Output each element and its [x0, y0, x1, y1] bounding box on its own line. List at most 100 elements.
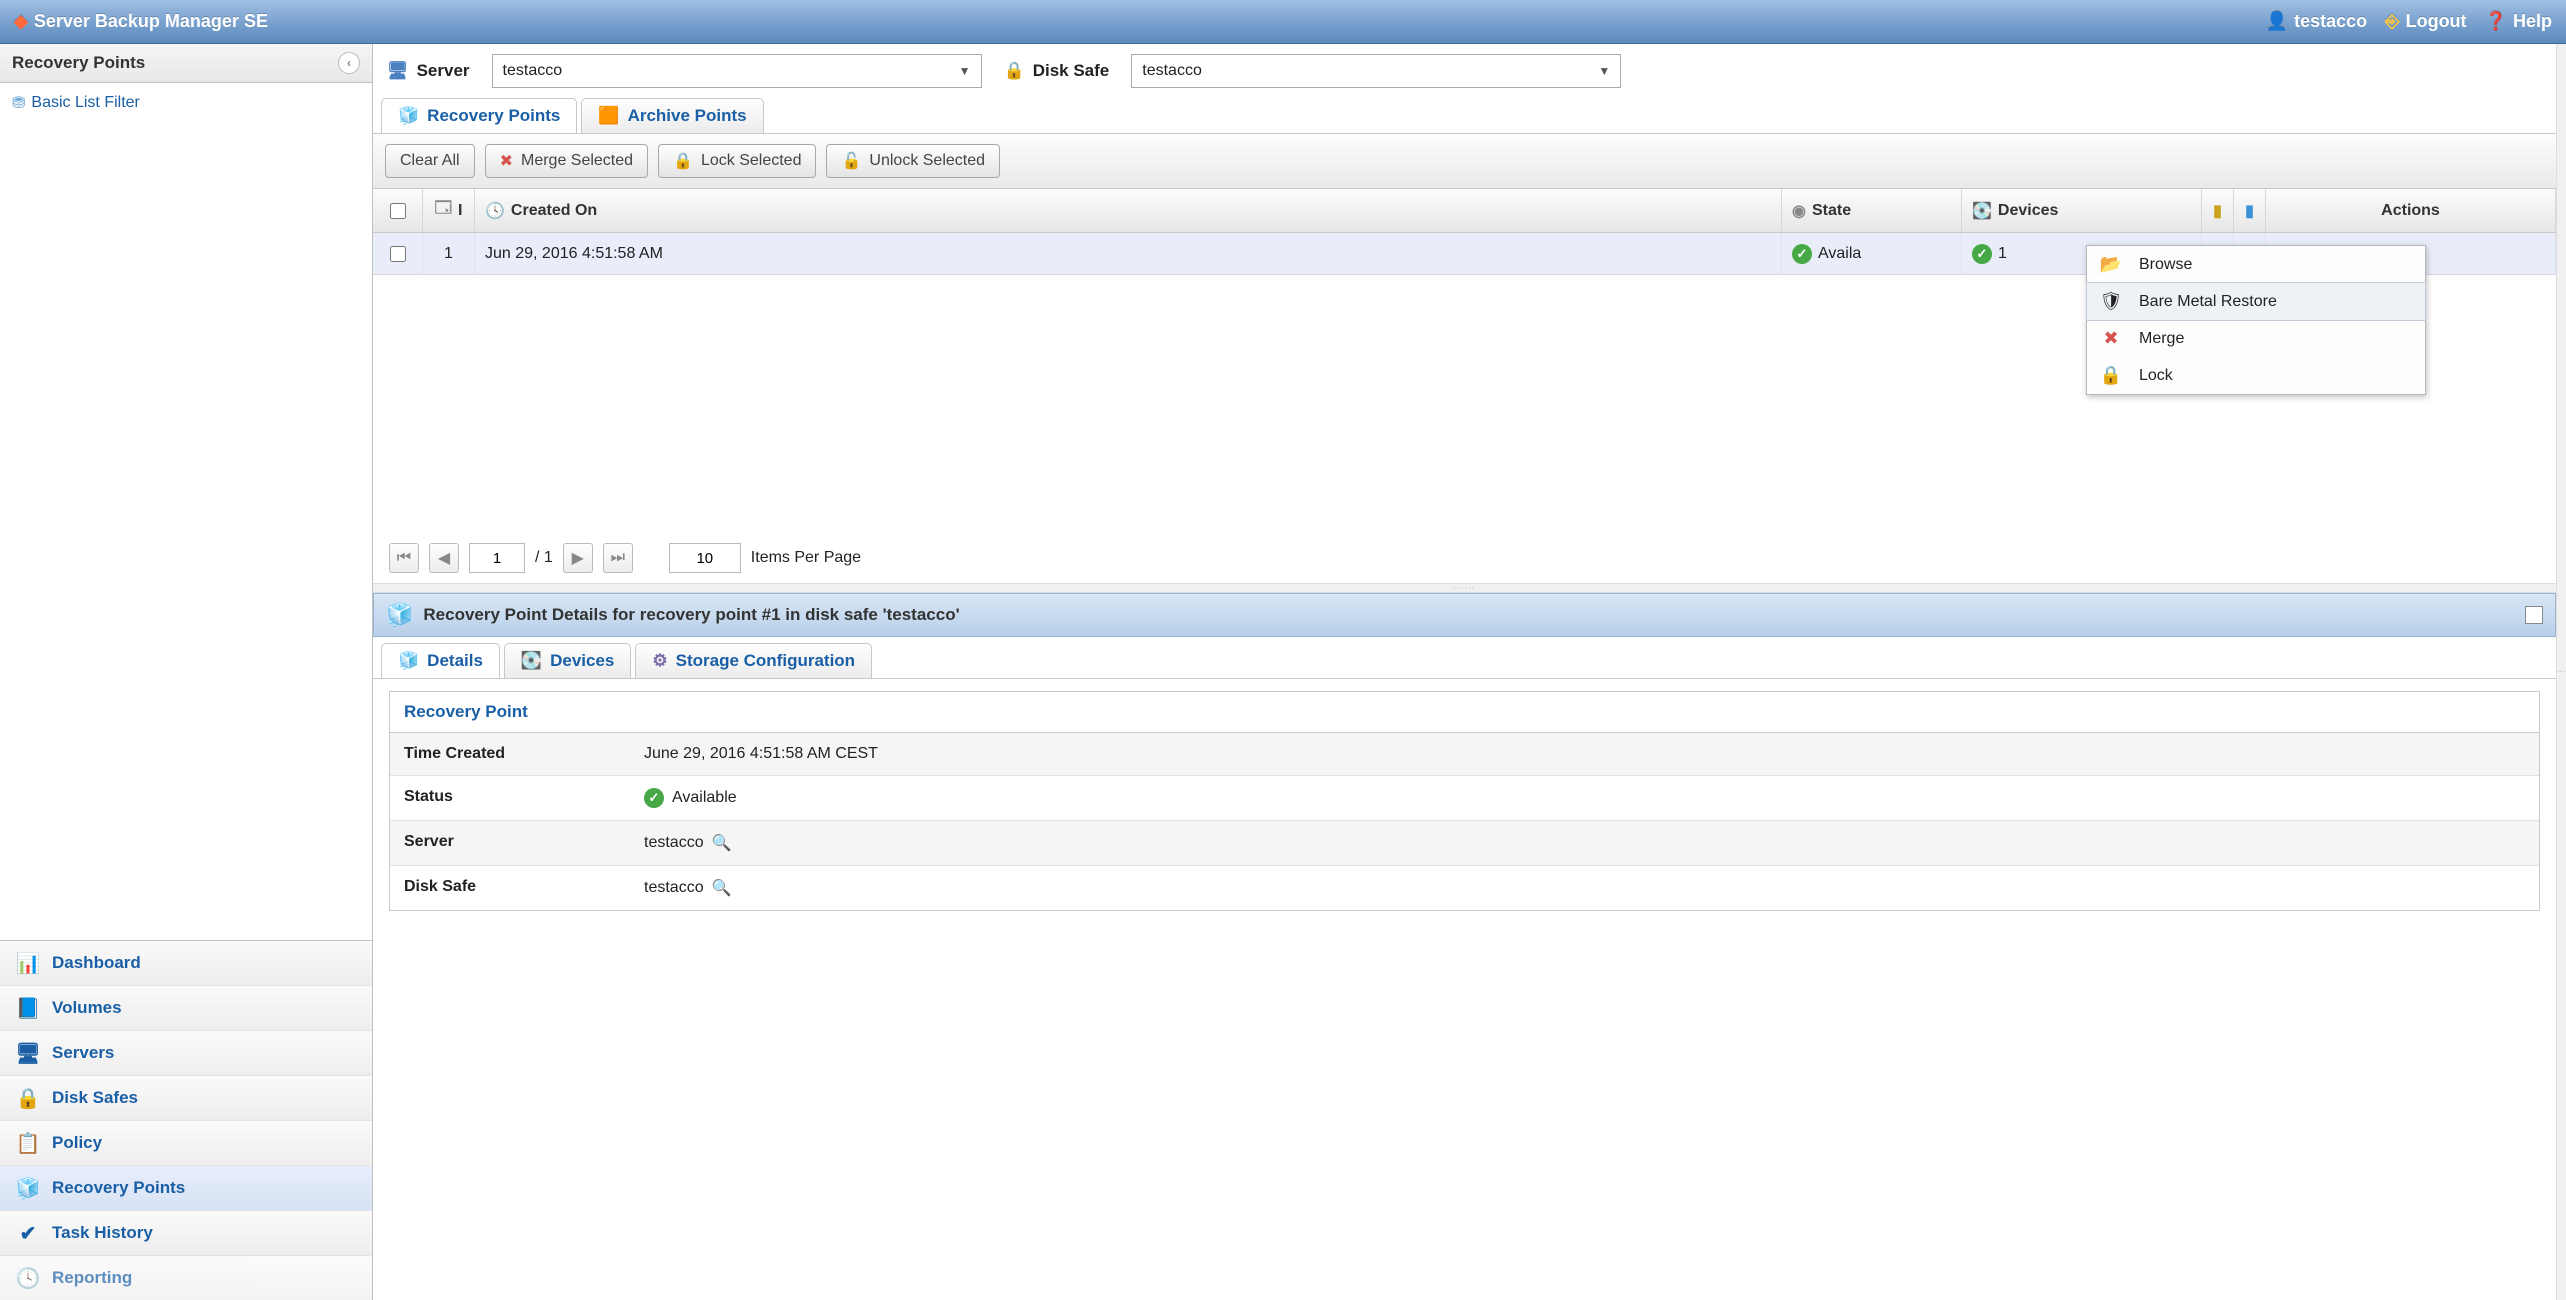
tab-label: Details: [427, 651, 483, 671]
tab-detail-devices[interactable]: 💽 Devices: [504, 643, 631, 678]
tab-recovery-points[interactable]: 🧊 Recovery Points: [381, 98, 577, 133]
logout-link[interactable]: ⎆ Logout: [2385, 11, 2466, 32]
pager: ⏮ ◀ / 1 ▶ ⏭ Items Per Page: [373, 533, 2556, 583]
nav-label: Dashboard: [52, 953, 141, 973]
button-label: Clear All: [400, 152, 460, 170]
magnifier-icon[interactable]: 🔍: [712, 833, 732, 853]
nav-item-recovery-points[interactable]: 🧊 Recovery Points: [0, 1166, 372, 1211]
pager-prev-button[interactable]: ◀: [429, 543, 459, 573]
vertical-splitter[interactable]: ⋮: [2556, 44, 2566, 1300]
lock-selected-button[interactable]: 🔒 Lock Selected: [658, 144, 816, 178]
clear-all-button[interactable]: Clear All: [385, 144, 475, 178]
nav-item-dashboard[interactable]: 📊 Dashboard: [0, 941, 372, 986]
col-misc-2[interactable]: ▮: [2234, 189, 2266, 232]
tab-label: Archive Points: [628, 106, 747, 126]
menu-item-label: Lock: [2139, 367, 2173, 385]
tab-storage-config[interactable]: ⚙ Storage Configuration: [635, 643, 872, 678]
server-filter-label: 🖥 Server: [387, 61, 470, 81]
tree-item-label: Basic List Filter: [31, 94, 139, 112]
merge-icon: ✖: [500, 151, 513, 171]
disk-safes-icon: 🔒: [14, 1086, 42, 1110]
pager-next-button[interactable]: ▶: [563, 543, 593, 573]
chevron-down-icon: ▼: [959, 64, 971, 78]
pager-items-per-page-input[interactable]: [669, 543, 741, 573]
menu-item-lock[interactable]: 🔒 Lock: [2087, 357, 2425, 394]
state-icon: ◉: [1792, 201, 1806, 221]
app-logo-icon: ◆: [14, 11, 28, 32]
tree-item-basic-list-filter[interactable]: ⛃ Basic List Filter: [8, 89, 364, 117]
menu-item-label: Bare Metal Restore: [2139, 293, 2277, 311]
row-created: Jun 29, 2016 4:51:58 AM: [475, 233, 1782, 274]
logout-icon: ⎆: [2385, 11, 2399, 32]
col-state[interactable]: ◉ State: [1782, 189, 1962, 232]
shield-icon: 🛡: [2099, 291, 2123, 312]
user-link[interactable]: 👤 testacco: [2266, 11, 2367, 32]
nav-item-reporting[interactable]: 🕓 Reporting: [0, 1256, 372, 1300]
property-table-title: Recovery Point: [390, 692, 2539, 733]
prop-val: testacco 🔍: [630, 821, 2539, 865]
col-misc-1[interactable]: ▮: [2202, 189, 2234, 232]
misc-icon: ▮: [2213, 201, 2222, 221]
prop-key: Status: [390, 776, 630, 820]
user-label: testacco: [2294, 11, 2367, 32]
col-id[interactable]: 🗔 I: [423, 189, 475, 232]
disksafe-select[interactable]: testacco ▼: [1131, 54, 1621, 88]
merge-icon: ✖: [2099, 328, 2123, 349]
unlock-selected-button[interactable]: 🔓 Unlock Selected: [826, 144, 1000, 178]
app-header: ◆ Server Backup Manager SE 👤 testacco ⎆ …: [0, 0, 2566, 44]
prop-row-time-created: Time Created June 29, 2016 4:51:58 AM CE…: [390, 733, 2539, 776]
row-checkbox[interactable]: [390, 246, 406, 262]
recovery-points-icon: 🧊: [398, 106, 419, 126]
devices-icon: 💽: [1972, 201, 1992, 221]
server-select[interactable]: testacco ▼: [492, 54, 982, 88]
gear-icon: ⚙: [652, 651, 667, 671]
sidebar-collapse-button[interactable]: ‹: [338, 52, 360, 74]
status-ok-icon: ✓: [644, 788, 664, 808]
button-label: Unlock Selected: [869, 152, 985, 170]
help-link[interactable]: ❓ Help: [2485, 11, 2552, 32]
app-title: Server Backup Manager SE: [34, 11, 268, 32]
horizontal-splitter[interactable]: ⋯⋯: [373, 583, 2556, 593]
browse-icon: 📂: [2099, 254, 2123, 275]
menu-item-label: Merge: [2139, 330, 2184, 348]
menu-item-merge[interactable]: ✖ Merge: [2087, 320, 2425, 357]
select-all-checkbox[interactable]: [390, 203, 406, 219]
col-devices[interactable]: 💽 Devices: [1962, 189, 2202, 232]
nav-item-policy[interactable]: 📋 Policy: [0, 1121, 372, 1166]
menu-item-browse[interactable]: 📂 Browse: [2087, 246, 2425, 283]
magnifier-icon[interactable]: 🔍: [712, 878, 732, 898]
pager-page-input[interactable]: [469, 543, 525, 573]
tab-archive-points[interactable]: 🟧 Archive Points: [581, 98, 763, 133]
details-icon: 🧊: [398, 651, 419, 671]
grid-body: 1 Jun 29, 2016 4:51:58 AM ✓ Availa ✓ 1 ⚙…: [373, 233, 2556, 533]
nav-item-servers[interactable]: 🖥 Servers: [0, 1031, 372, 1076]
col-label: I: [458, 202, 462, 220]
merge-selected-button[interactable]: ✖ Merge Selected: [485, 144, 648, 178]
help-label: Help: [2513, 11, 2552, 32]
pager-last-button[interactable]: ⏭: [603, 543, 633, 573]
button-label: Merge Selected: [521, 152, 633, 170]
nav-item-disk-safes[interactable]: 🔒 Disk Safes: [0, 1076, 372, 1121]
nav-label: Policy: [52, 1133, 102, 1153]
server-icon: 🖥: [387, 61, 409, 81]
maximize-button[interactable]: [2525, 606, 2543, 624]
col-checkbox: [373, 189, 423, 232]
pager-first-button[interactable]: ⏮: [389, 543, 419, 573]
filter-icon: ⛃: [12, 93, 25, 113]
main-content: 🖥 Server testacco ▼ 🔒 Disk Safe testacco…: [373, 44, 2556, 1300]
nav-item-task-history[interactable]: ✔ Task History: [0, 1211, 372, 1256]
menu-item-bare-metal-restore[interactable]: 🛡 Bare Metal Restore: [2086, 282, 2426, 321]
reporting-icon: 🕓: [14, 1266, 42, 1290]
unlock-icon: 🔓: [841, 151, 861, 171]
tab-label: Recovery Points: [427, 106, 560, 126]
col-created-on[interactable]: 🕓 Created On: [475, 189, 1782, 232]
disksafe-icon: 🔒: [1004, 61, 1025, 81]
clock-icon: 🕓: [485, 201, 505, 221]
sidebar-panel-title: Recovery Points: [12, 53, 145, 73]
pager-total: / 1: [535, 549, 553, 567]
col-label: Actions: [2381, 202, 2440, 220]
nav-item-volumes[interactable]: 📘 Volumes: [0, 986, 372, 1031]
col-label: Created On: [511, 202, 597, 220]
tab-details[interactable]: 🧊 Details: [381, 643, 500, 678]
main-tabs: 🧊 Recovery Points 🟧 Archive Points: [373, 98, 2556, 134]
